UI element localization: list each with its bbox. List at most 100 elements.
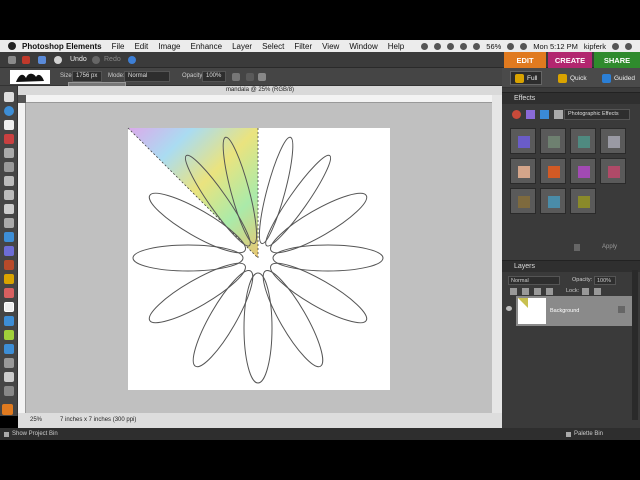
menu-filter[interactable]: Filter [294, 42, 312, 51]
undo-button[interactable]: Undo [70, 56, 87, 63]
sponge-tool-icon[interactable] [4, 372, 14, 382]
marquee-tool-icon[interactable] [4, 148, 14, 158]
smudge-tool-icon[interactable] [4, 386, 14, 396]
redo-icon[interactable] [92, 56, 100, 64]
palette-bin-toggle-icon[interactable] [566, 432, 571, 437]
adjustment-layer-icon[interactable] [522, 288, 529, 295]
menu-window[interactable]: Window [349, 42, 377, 51]
apple-menu-icon[interactable] [8, 42, 16, 50]
brush-preview[interactable] [10, 70, 50, 84]
effect-swatch[interactable] [600, 128, 626, 154]
effect-swatch[interactable] [570, 188, 596, 214]
layers-panel-header[interactable]: Layers [502, 260, 640, 272]
brush-tool-icon[interactable] [4, 302, 14, 312]
magic-wand-tool-icon[interactable] [4, 176, 14, 186]
user-name[interactable]: kipferk [584, 42, 606, 51]
status-icon[interactable] [421, 42, 429, 50]
foreground-color-swatch[interactable] [2, 404, 13, 415]
effect-swatch[interactable] [510, 158, 536, 184]
status-icon[interactable] [473, 42, 481, 50]
effect-swatch[interactable] [540, 158, 566, 184]
save-icon[interactable] [38, 56, 46, 64]
effect-swatch[interactable] [510, 128, 536, 154]
layer-visibility-eye-icon[interactable] [506, 306, 512, 311]
gradient-tool-icon[interactable] [4, 330, 14, 340]
menu-enhance[interactable]: Enhance [190, 42, 222, 51]
tablet-options-icon[interactable] [246, 73, 254, 81]
project-bin-toggle-icon[interactable] [4, 432, 9, 437]
paint-bucket-tool-icon[interactable] [4, 316, 14, 326]
blur-tool-icon[interactable] [4, 358, 14, 368]
document-canvas[interactable] [26, 103, 492, 413]
menu-view[interactable]: View [322, 42, 339, 51]
trash-icon[interactable] [574, 244, 580, 251]
delete-layer-icon[interactable] [546, 288, 553, 295]
type-tool-icon[interactable] [4, 204, 14, 214]
list-icon[interactable] [625, 42, 632, 50]
effects-category-select[interactable]: Photographic Effects [564, 109, 630, 120]
mode-quick-button[interactable]: Quick [554, 71, 591, 85]
redo-button[interactable]: Redo [104, 56, 121, 63]
vertical-scrollbar[interactable] [492, 95, 502, 413]
mode-full-button[interactable]: Full [510, 71, 543, 85]
layers-scrollbar[interactable] [632, 270, 638, 420]
red-eye-tool-icon[interactable] [4, 232, 14, 242]
document-tab[interactable]: mandala @ 25% (RGB/8) [18, 86, 502, 95]
brush-settings-icon[interactable] [258, 73, 266, 81]
effect-swatch[interactable] [540, 128, 566, 154]
help-icon[interactable] [128, 56, 136, 64]
layer-mask-icon[interactable] [534, 288, 541, 295]
blend-mode-select[interactable]: Normal [508, 276, 560, 285]
lasso-tool-icon[interactable] [4, 162, 14, 172]
clock[interactable]: Mon 5:12 PM [533, 42, 578, 51]
new-layer-icon[interactable] [510, 288, 517, 295]
menu-select[interactable]: Select [262, 42, 284, 51]
effect-swatch[interactable] [540, 188, 566, 214]
search-icon[interactable] [612, 42, 619, 50]
effect-swatch[interactable] [600, 158, 626, 184]
hand-tool-icon[interactable] [4, 120, 14, 130]
styles-icon[interactable] [526, 110, 535, 119]
status-icon[interactable] [447, 42, 455, 50]
open-icon[interactable] [8, 56, 16, 64]
volume-icon[interactable] [520, 42, 528, 50]
airbrush-icon[interactable] [232, 73, 240, 81]
all-effects-icon[interactable] [554, 110, 563, 119]
photo-effects-icon[interactable] [540, 110, 549, 119]
battery-percent[interactable]: 56% [486, 42, 501, 51]
lock-transparency-icon[interactable] [582, 288, 589, 295]
clone-stamp-tool-icon[interactable] [4, 260, 14, 270]
opacity-field[interactable]: 100% [202, 71, 226, 82]
size-field[interactable]: 1756 px [72, 71, 102, 82]
filters-icon[interactable] [512, 110, 521, 119]
eyedropper-tool-icon[interactable] [4, 134, 14, 144]
show-project-bin-button[interactable]: Show Project Bin [12, 431, 58, 437]
layer-row-background[interactable]: Background [516, 296, 632, 326]
horizontal-ruler[interactable] [26, 95, 492, 103]
status-icon[interactable] [434, 42, 442, 50]
mode-guided-button[interactable]: Guided [598, 71, 639, 85]
menu-help[interactable]: Help [388, 42, 404, 51]
lock-all-icon[interactable] [594, 288, 601, 295]
eraser-tool-icon[interactable] [4, 288, 14, 298]
undo-icon[interactable] [54, 56, 62, 64]
effect-swatch[interactable] [510, 188, 536, 214]
organizer-icon[interactable] [22, 56, 30, 64]
share-tab[interactable]: SHARE [594, 52, 640, 68]
menu-image[interactable]: Image [158, 42, 180, 51]
create-tab[interactable]: CREATE [548, 52, 592, 68]
status-icon[interactable] [460, 42, 468, 50]
menu-file[interactable]: File [112, 42, 125, 51]
zoom-tool-icon[interactable] [4, 106, 14, 116]
canvas-area[interactable] [26, 103, 492, 413]
edit-tab[interactable]: EDIT [504, 52, 546, 68]
move-tool-icon[interactable] [4, 92, 14, 102]
mode-select[interactable]: Normal [124, 71, 170, 82]
app-name-menu[interactable]: Photoshop Elements [22, 42, 102, 51]
quick-selection-tool-icon[interactable] [4, 190, 14, 200]
menu-edit[interactable]: Edit [134, 42, 148, 51]
layer-opacity-field[interactable]: 100% [594, 276, 616, 285]
menu-layer[interactable]: Layer [232, 42, 252, 51]
shape-tool-icon[interactable] [4, 344, 14, 354]
zoom-level[interactable]: 25% [30, 417, 42, 423]
